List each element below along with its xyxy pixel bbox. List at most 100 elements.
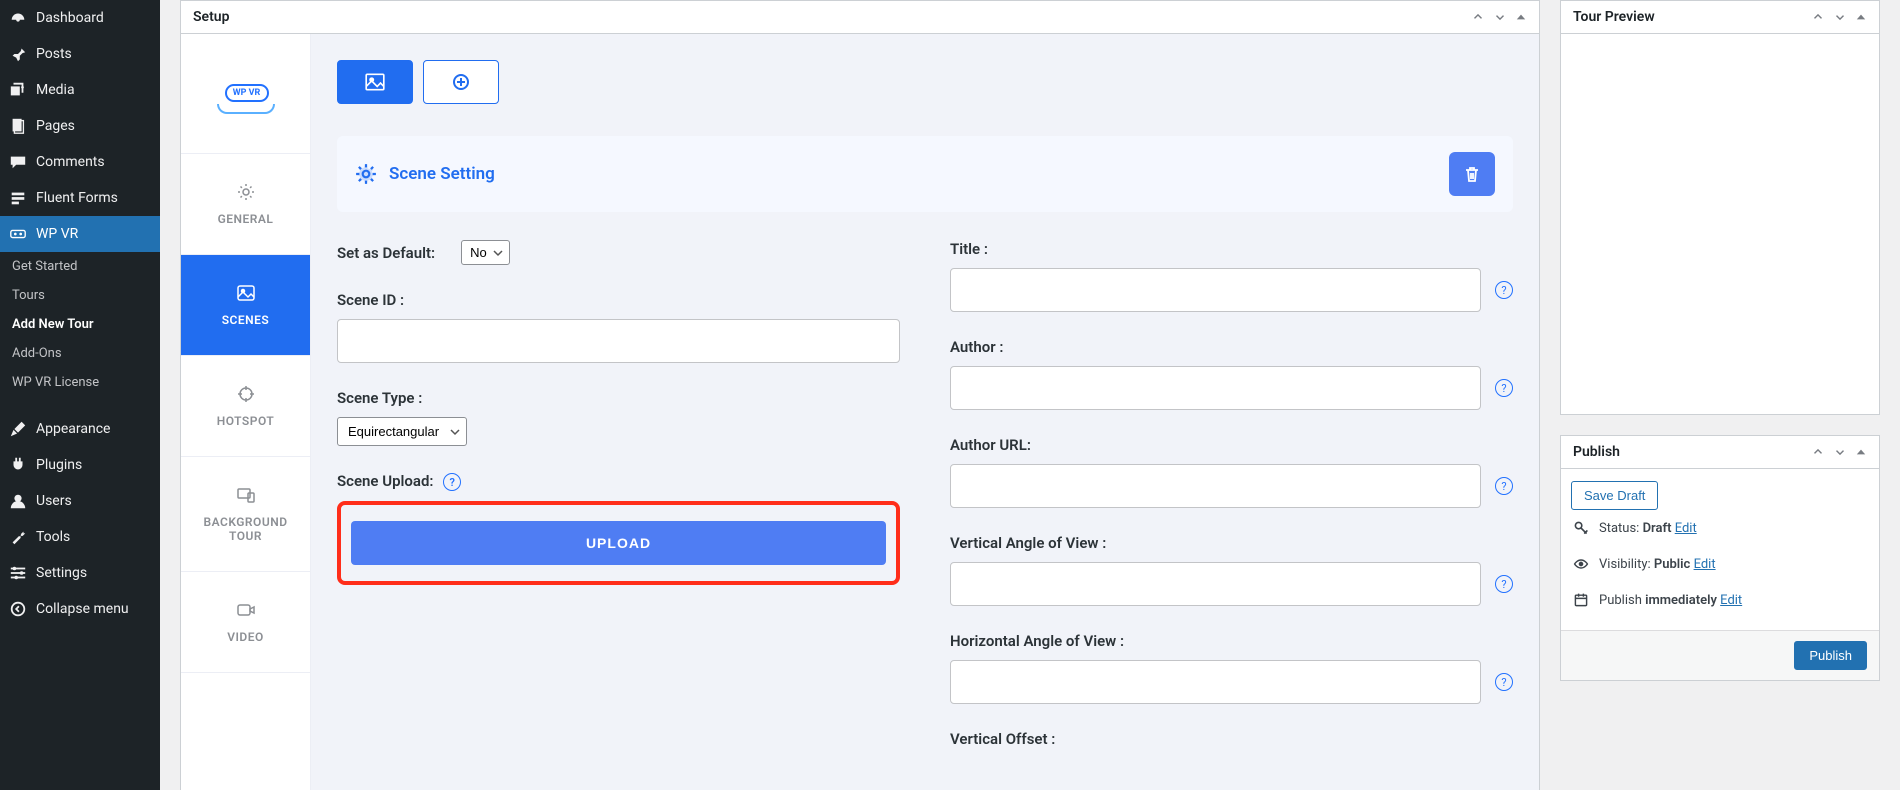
sidebar-item-settings[interactable]: Settings	[0, 555, 160, 591]
forms-icon	[8, 188, 28, 208]
scene-tab-image[interactable]	[337, 60, 413, 104]
calendar-icon	[1573, 592, 1589, 608]
sidebar-label: Comments	[36, 154, 105, 170]
author-input[interactable]	[950, 366, 1481, 410]
wpvr-logo: WP VR	[181, 34, 310, 154]
author-url-input[interactable]	[950, 464, 1481, 508]
scene-type-select[interactable]: Equirectangular	[337, 417, 467, 446]
caret-up-icon[interactable]	[1855, 446, 1867, 458]
sidebar-item-wpvr[interactable]: WP VR	[0, 216, 160, 252]
sidebar-item-plugins[interactable]: Plugins	[0, 447, 160, 483]
caret-up-icon[interactable]	[1515, 11, 1527, 23]
sidebar-item-comments[interactable]: Comments	[0, 144, 160, 180]
edit-visibility-link[interactable]: Edit	[1694, 557, 1716, 572]
vtab-background-tour[interactable]: BACKGROUND TOUR	[181, 457, 310, 572]
caret-up-icon[interactable]	[1855, 11, 1867, 23]
scene-type-label: Scene Type :	[337, 389, 900, 407]
sidebar-label: Appearance	[36, 421, 110, 437]
sidebar-item-dashboard[interactable]: Dashboard	[0, 0, 160, 36]
help-icon[interactable]: ?	[443, 473, 461, 491]
sidebar-sub-license[interactable]: WP VR License	[0, 368, 160, 397]
sidebar-item-collapse[interactable]: Collapse menu	[0, 591, 160, 627]
sidebar-item-users[interactable]: Users	[0, 483, 160, 519]
plug-icon	[8, 455, 28, 475]
sidebar-sub-get-started[interactable]: Get Started	[0, 252, 160, 281]
sidebar-item-media[interactable]: Media	[0, 72, 160, 108]
chevron-up-icon[interactable]	[1471, 10, 1485, 24]
gear-icon	[236, 182, 256, 202]
sidebar-sub-add-new-tour[interactable]: Add New Tour	[0, 310, 160, 339]
trash-icon	[1462, 164, 1482, 184]
sidebar-item-appearance[interactable]: Appearance	[0, 411, 160, 447]
tour-preview-body	[1561, 34, 1879, 414]
vr-icon	[8, 224, 28, 244]
sidebar-sub-tours[interactable]: Tours	[0, 281, 160, 310]
pages-icon	[8, 116, 28, 136]
admin-sidebar: Dashboard Posts Media Pages Comments Flu…	[0, 0, 160, 790]
title-input[interactable]	[950, 268, 1481, 312]
haov-label: Horizontal Angle of View :	[950, 632, 1513, 650]
delete-scene-button[interactable]	[1449, 152, 1495, 196]
tour-preview-header[interactable]: Tour Preview	[1561, 1, 1879, 34]
picture-icon	[364, 71, 386, 93]
save-draft-button[interactable]: Save Draft	[1571, 481, 1658, 510]
chevron-down-icon[interactable]	[1493, 10, 1507, 24]
help-icon[interactable]: ?	[1495, 575, 1513, 593]
sidebar-label: Media	[36, 82, 75, 98]
sidebar-item-posts[interactable]: Posts	[0, 36, 160, 72]
sidebar-label: Plugins	[36, 457, 82, 473]
help-icon[interactable]: ?	[1495, 477, 1513, 495]
sidebar-label: Fluent Forms	[36, 190, 118, 206]
scene-upload-label: Scene Upload: ?	[337, 472, 900, 491]
vtab-label: BACKGROUND TOUR	[203, 515, 287, 543]
sidebar-label: Pages	[36, 118, 75, 134]
vtab-label: VIDEO	[227, 630, 264, 644]
chevron-down-icon[interactable]	[1833, 445, 1847, 459]
image-icon	[236, 283, 256, 303]
chevron-up-icon[interactable]	[1811, 10, 1825, 24]
vaov-input[interactable]	[950, 562, 1481, 606]
visibility-row: Visibility: Public Edit	[1571, 546, 1869, 582]
sidebar-item-pages[interactable]: Pages	[0, 108, 160, 144]
pin-icon	[8, 44, 28, 64]
tour-preview-panel: Tour Preview	[1560, 0, 1880, 415]
plus-circle-icon	[451, 72, 471, 92]
sidebar-label: Collapse menu	[36, 601, 129, 617]
sidebar-sub-addons[interactable]: Add-Ons	[0, 339, 160, 368]
vtab-label: GENERAL	[218, 212, 274, 226]
devices-icon	[236, 485, 256, 505]
sidebar-label: WP VR	[36, 226, 78, 242]
dashboard-icon	[8, 8, 28, 28]
default-select[interactable]: No	[461, 240, 510, 265]
publish-button[interactable]: Publish	[1794, 641, 1867, 670]
default-label: Set as Default:	[337, 244, 435, 262]
sidebar-label: Tools	[36, 529, 70, 545]
help-icon[interactable]: ?	[1495, 379, 1513, 397]
chevron-up-icon[interactable]	[1811, 445, 1825, 459]
chevron-down-icon[interactable]	[1833, 10, 1847, 24]
edit-status-link[interactable]: Edit	[1675, 521, 1697, 536]
vtab-general[interactable]: GENERAL	[181, 154, 310, 255]
vtab-video[interactable]: VIDEO	[181, 572, 310, 673]
vtab-label: SCENES	[222, 313, 270, 327]
vtab-label: HOTSPOT	[217, 414, 275, 428]
help-icon[interactable]: ?	[1495, 281, 1513, 299]
panel-title: Publish	[1573, 444, 1620, 460]
wrench-icon	[8, 527, 28, 547]
setup-panel-header[interactable]: Setup	[181, 1, 1539, 34]
haov-input[interactable]	[950, 660, 1481, 704]
media-icon	[8, 80, 28, 100]
upload-button[interactable]: UPLOAD	[351, 521, 886, 565]
vtab-hotspot[interactable]: HOTSPOT	[181, 356, 310, 457]
publish-header[interactable]: Publish	[1561, 436, 1879, 469]
sidebar-label: Settings	[36, 565, 87, 581]
help-icon[interactable]: ?	[1495, 673, 1513, 691]
target-icon	[236, 384, 256, 404]
user-icon	[8, 491, 28, 511]
edit-schedule-link[interactable]: Edit	[1720, 593, 1742, 608]
scene-tab-add[interactable]	[423, 60, 499, 104]
sidebar-item-fluent-forms[interactable]: Fluent Forms	[0, 180, 160, 216]
sidebar-item-tools[interactable]: Tools	[0, 519, 160, 555]
scene-id-input[interactable]	[337, 319, 900, 363]
vtab-scenes[interactable]: SCENES	[181, 255, 310, 356]
